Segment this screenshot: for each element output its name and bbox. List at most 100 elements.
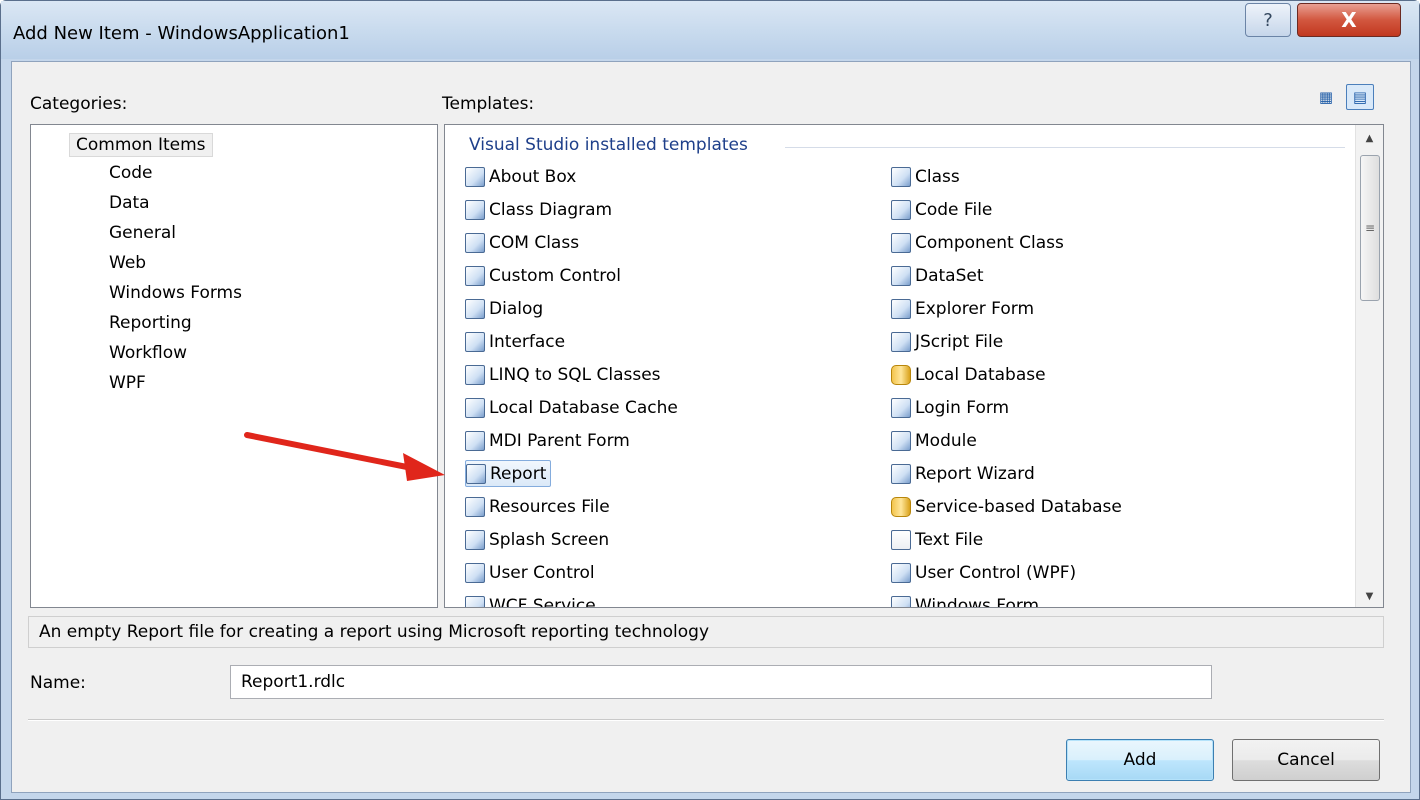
template-item[interactable]: User Control (WPF) bbox=[891, 559, 1076, 586]
template-label: Report Wizard bbox=[915, 463, 1035, 484]
template-item[interactable]: Explorer Form bbox=[891, 295, 1034, 322]
category-item[interactable]: Workflow bbox=[109, 343, 187, 363]
template-label: About Box bbox=[489, 166, 577, 187]
small-icons-view-button[interactable]: ▤ bbox=[1346, 84, 1374, 110]
add-new-item-dialog: Add New Item - WindowsApplication1 ? X C… bbox=[0, 0, 1420, 800]
template-item[interactable]: WCF Service bbox=[465, 592, 596, 608]
template-item[interactable]: Report Wizard bbox=[891, 460, 1035, 487]
small-icons-view-icon: ▤ bbox=[1352, 88, 1368, 106]
category-item[interactable]: Windows Forms bbox=[109, 283, 242, 303]
template-description: An empty Report file for creating a repo… bbox=[28, 616, 1384, 648]
category-item[interactable]: General bbox=[109, 223, 176, 243]
template-item[interactable]: About Box bbox=[465, 163, 576, 190]
help-button[interactable]: ? bbox=[1245, 3, 1291, 37]
template-item[interactable]: Class Diagram bbox=[465, 196, 612, 223]
categories-tree[interactable]: Common Items Code Data General Web Windows Fo… bbox=[30, 124, 438, 608]
cancel-button[interactable]: Cancel bbox=[1232, 739, 1380, 781]
template-item[interactable]: Service-based Database bbox=[891, 493, 1122, 520]
close-button[interactable]: X bbox=[1297, 3, 1401, 37]
large-icons-view-icon: ▦ bbox=[1318, 88, 1334, 106]
template-item[interactable]: Local Database bbox=[891, 361, 1046, 388]
template-item[interactable]: Interface bbox=[465, 328, 565, 355]
large-icons-view-button[interactable]: ▦ bbox=[1312, 84, 1340, 110]
template-label: WCF Service bbox=[489, 595, 596, 608]
dataset-icon bbox=[891, 265, 911, 286]
template-label: User Control (WPF) bbox=[915, 562, 1077, 583]
group-header-divider bbox=[785, 147, 1345, 148]
category-item[interactable]: Code bbox=[109, 163, 153, 183]
template-label: Text File bbox=[915, 529, 984, 550]
database-icon bbox=[891, 496, 911, 517]
login-form-icon bbox=[891, 397, 911, 418]
category-item[interactable]: Data bbox=[109, 193, 150, 213]
user-control-icon bbox=[465, 562, 485, 583]
template-item[interactable]: Code File bbox=[891, 196, 992, 223]
scroll-down-icon[interactable]: ▼ bbox=[1356, 583, 1383, 607]
template-item[interactable]: Windows Form bbox=[891, 592, 1040, 608]
templates-list[interactable]: Visual Studio installed templates ▲ ≡ ▼ … bbox=[444, 124, 1384, 608]
help-icon: ? bbox=[1263, 9, 1273, 31]
scroll-thumb[interactable]: ≡ bbox=[1360, 155, 1380, 301]
template-item[interactable]: Report bbox=[465, 460, 552, 487]
dialog-icon bbox=[465, 298, 485, 319]
template-item[interactable]: Dialog bbox=[465, 295, 543, 322]
template-item[interactable]: Custom Control bbox=[465, 262, 621, 289]
add-button[interactable]: Add bbox=[1066, 739, 1214, 781]
about-box-icon bbox=[465, 166, 485, 187]
resources-icon bbox=[465, 496, 485, 517]
template-label: Report bbox=[490, 463, 547, 484]
template-label: User Control bbox=[489, 562, 595, 583]
dialog-body: Categories: Templates: ▦ ▤ Common Items C… bbox=[11, 61, 1411, 793]
template-label: Class bbox=[915, 166, 960, 187]
scroll-up-icon[interactable]: ▲ bbox=[1356, 125, 1383, 151]
name-label: Name: bbox=[30, 673, 86, 693]
template-label: Class Diagram bbox=[489, 199, 613, 220]
template-item[interactable]: User Control bbox=[465, 559, 595, 586]
class-diagram-icon bbox=[465, 199, 485, 220]
template-label: Dialog bbox=[489, 298, 544, 319]
close-icon: X bbox=[1341, 8, 1357, 32]
windows-form-icon bbox=[891, 595, 911, 607]
name-input[interactable] bbox=[230, 665, 1212, 699]
templates-label: Templates: bbox=[442, 94, 535, 114]
template-label: DataSet bbox=[915, 265, 984, 286]
template-label: Custom Control bbox=[489, 265, 621, 286]
wcf-service-icon bbox=[465, 595, 485, 607]
template-item[interactable]: Splash Screen bbox=[465, 526, 609, 553]
template-item[interactable]: LINQ to SQL Classes bbox=[465, 361, 661, 388]
templates-group-header: Visual Studio installed templates bbox=[469, 135, 748, 155]
template-item[interactable]: Component Class bbox=[891, 229, 1064, 256]
template-label: Service-based Database bbox=[915, 496, 1122, 517]
class-icon bbox=[891, 166, 911, 187]
title-bar[interactable]: Add New Item - WindowsApplication1 ? X bbox=[1, 1, 1419, 59]
template-item[interactable]: MDI Parent Form bbox=[465, 427, 630, 454]
annotation-arrow-head bbox=[403, 453, 445, 481]
template-item[interactable]: Text File bbox=[891, 526, 983, 553]
template-item[interactable]: COM Class bbox=[465, 229, 579, 256]
category-common-items[interactable]: Common Items bbox=[69, 133, 213, 157]
template-label: COM Class bbox=[489, 232, 580, 253]
template-item[interactable]: JScript File bbox=[891, 328, 1003, 355]
template-label: Component Class bbox=[915, 232, 1064, 253]
template-item[interactable]: DataSet bbox=[891, 262, 984, 289]
jscript-icon bbox=[891, 331, 911, 352]
component-class-icon bbox=[891, 232, 911, 253]
template-item[interactable]: Class bbox=[891, 163, 960, 190]
window-title: Add New Item - WindowsApplication1 bbox=[13, 23, 350, 44]
template-item[interactable]: Resources File bbox=[465, 493, 610, 520]
annotation-arrow-icon bbox=[244, 432, 445, 481]
category-item[interactable]: Reporting bbox=[109, 313, 192, 333]
template-item[interactable]: Module bbox=[891, 427, 977, 454]
interface-icon bbox=[465, 331, 485, 352]
template-label: MDI Parent Form bbox=[489, 430, 630, 451]
category-item[interactable]: WPF bbox=[109, 373, 146, 393]
template-item[interactable]: Login Form bbox=[891, 394, 1009, 421]
template-label: Windows Form bbox=[915, 595, 1040, 608]
wpf-user-control-icon bbox=[891, 562, 911, 583]
template-label: Module bbox=[915, 430, 977, 451]
category-item[interactable]: Web bbox=[109, 253, 146, 273]
linq-icon bbox=[465, 364, 485, 385]
template-item[interactable]: Local Database Cache bbox=[465, 394, 678, 421]
templates-scrollbar[interactable]: ▲ ≡ ▼ bbox=[1355, 125, 1383, 607]
template-label: Resources File bbox=[489, 496, 610, 517]
